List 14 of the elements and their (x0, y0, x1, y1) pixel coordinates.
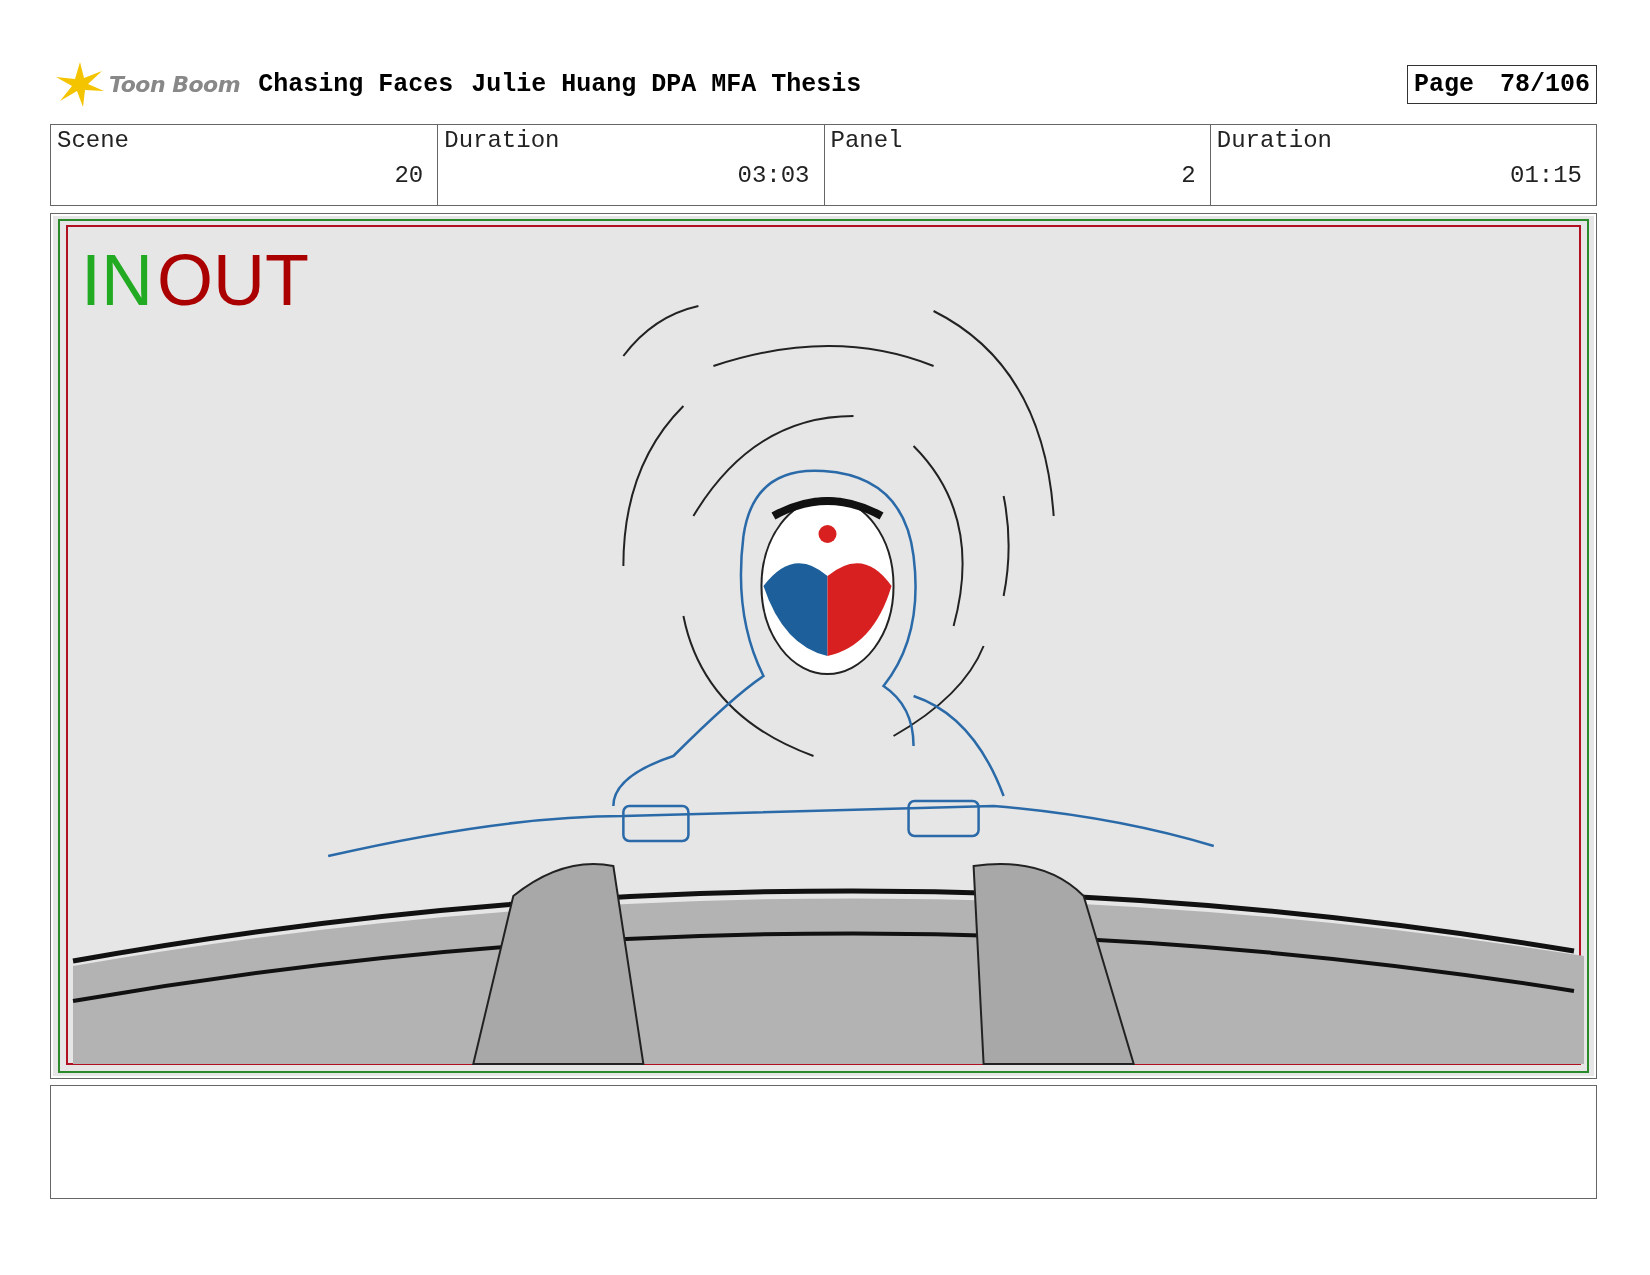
field-value: 01:15 (1510, 162, 1582, 189)
out-marker: OUT (157, 244, 309, 316)
logo-text: Toon Boom (109, 71, 241, 97)
field-label: Duration (1216, 127, 1333, 154)
field-label: Scene (57, 127, 130, 154)
field-label: Panel (830, 127, 904, 154)
field-value: 03:03 (737, 162, 810, 189)
project-title: Chasing Faces (258, 69, 454, 99)
field-value: 2 (1181, 162, 1196, 189)
project-subtitle: Julie Huang DPA MFA Thesis (471, 69, 862, 99)
field-value: 20 (394, 162, 424, 189)
field-label: Duration (444, 127, 561, 154)
page-counter: Page 78/106 (1406, 64, 1597, 104)
in-marker: IN (81, 244, 153, 316)
